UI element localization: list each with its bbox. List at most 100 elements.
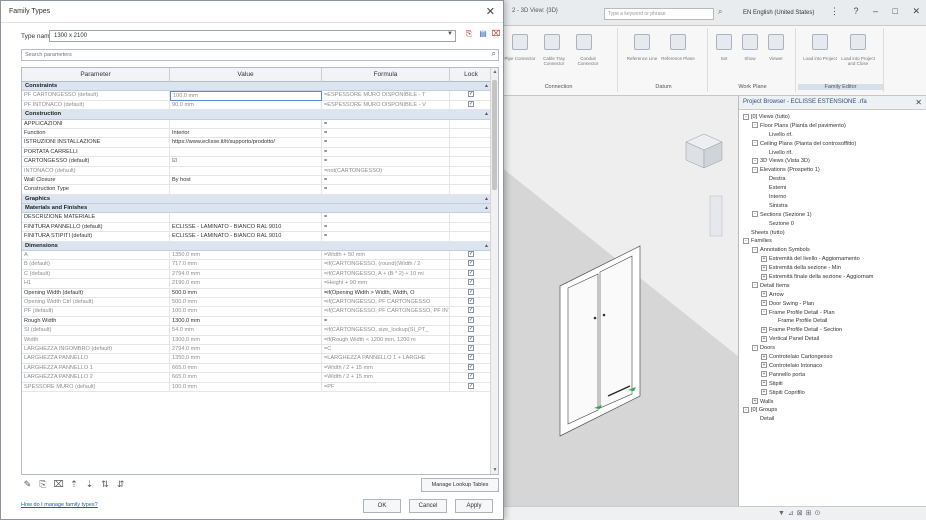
parameter-row[interactable]: PF (default) 100.0 mm =if(CARTONGESSO, PF …: [22, 307, 492, 317]
column-header-formula[interactable]: Formula: [322, 68, 450, 82]
collapse-icon[interactable]: ▲: [484, 82, 489, 91]
sort-ascending-icon[interactable]: ⇅: [99, 479, 112, 490]
collapse-icon[interactable]: ▲: [484, 204, 489, 213]
language-selector[interactable]: EN English (United States): [740, 8, 822, 20]
grid-scrollbar[interactable]: ▲ ▼: [490, 68, 498, 474]
navigation-bar[interactable]: [709, 195, 723, 237]
parameter-formula-cell[interactable]: =: [322, 185, 450, 195]
parameter-row[interactable]: Width 1300.0 mm =if(Rough Width < 1200 mm,…: [22, 335, 492, 345]
lock-checkbox[interactable]: ✓: [468, 288, 474, 295]
parameter-value-cell[interactable]: [170, 185, 322, 195]
parameter-formula-cell[interactable]: =if(CARTONGESSO, (round((Width / 2: [322, 260, 450, 270]
lock-checkbox[interactable]: ✓: [468, 335, 474, 342]
scroll-down-icon[interactable]: ▼: [491, 467, 498, 473]
parameter-value-cell[interactable]: [170, 166, 322, 176]
lock-checkbox[interactable]: ✓: [468, 363, 474, 370]
conduit-connector-icon[interactable]: [576, 34, 592, 50]
parameter-row[interactable]: PF CARTONGESSO (default) 100.0 mm =ESPESSO…: [22, 91, 492, 101]
load-into-project-icon[interactable]: [812, 34, 828, 50]
tree-item[interactable]: - Floor Plans (Pianta del pavimento): [739, 122, 926, 131]
expand-icon[interactable]: +: [761, 353, 767, 360]
parameter-formula-cell[interactable]: =: [322, 128, 450, 139]
load-and-close-icon[interactable]: [850, 34, 866, 50]
parameter-formula-cell[interactable]: =: [322, 147, 450, 158]
parameter-formula-cell[interactable]: =ESPESSORE MURO DISPONIBILE - T: [322, 91, 450, 101]
parameter-formula-cell[interactable]: =: [322, 119, 450, 129]
parameter-row[interactable]: H1 2190.0 mm =Height + 90 mm ✓: [22, 279, 492, 289]
tree-item[interactable]: - Elevations (Prospetto 1): [739, 166, 926, 175]
parameter-formula-cell[interactable]: =C: [322, 344, 450, 355]
parameter-formula-cell[interactable]: =if(CARTONGESSO, size_lookup(SI_PT_: [322, 326, 450, 336]
tree-item[interactable]: - Families: [739, 237, 926, 246]
tree-item[interactable]: + Door Swing - Plan: [739, 300, 926, 309]
type-name-select[interactable]: 1300 x 2100 ▼: [49, 30, 456, 42]
group-header-row[interactable]: Graphics ▲: [22, 194, 492, 205]
parameter-formula-cell[interactable]: =: [322, 175, 450, 186]
lock-checkbox[interactable]: ✓: [468, 326, 474, 333]
lock-checkbox[interactable]: ✓: [468, 100, 474, 107]
parameter-value-cell[interactable]: 1350.0 mm: [170, 251, 322, 261]
edit-parameter-icon[interactable]: ✎: [21, 479, 34, 490]
group-header-row[interactable]: Dimensions ▲: [22, 241, 492, 252]
collapse-icon[interactable]: ▲: [484, 110, 489, 119]
expand-icon[interactable]: +: [761, 362, 767, 369]
parameter-value-cell[interactable]: 500.0 mm: [170, 297, 322, 308]
parameter-formula-cell[interactable]: =LARGHEZZA PANNELLO 1 + LARGHE: [322, 354, 450, 364]
parameter-value-cell[interactable]: ECLISSE - LAMINATO - BIANCO RAL 9010: [170, 222, 322, 233]
tree-item[interactable]: Detail: [739, 415, 926, 424]
tree-item[interactable]: + Pannello porta: [739, 371, 926, 380]
parameter-formula-cell[interactable]: =: [322, 138, 450, 148]
tree-item[interactable]: - Frame Profile Detail - Plan: [739, 309, 926, 318]
lock-checkbox[interactable]: ✓: [468, 297, 474, 304]
expand-icon[interactable]: +: [761, 264, 767, 271]
search-icon[interactable]: ⌕: [718, 7, 722, 17]
lock-checkbox[interactable]: ✓: [468, 91, 474, 98]
parameter-formula-cell[interactable]: =: [322, 232, 450, 242]
parameter-formula-cell[interactable]: =: [322, 222, 450, 233]
column-header-value[interactable]: Value: [170, 68, 322, 82]
parameter-row[interactable]: CARTONGESSO (default) ☑ =: [22, 157, 492, 167]
lock-checkbox[interactable]: ✓: [468, 307, 474, 314]
parameter-row[interactable]: Opening Width Ctrl (default) 500.0 mm =if(…: [22, 297, 492, 308]
parameter-row[interactable]: PF INTONACO (default) 90.0 mm =ESPESSORE M…: [22, 100, 492, 111]
parameter-value-cell[interactable]: 1350.0 mm: [170, 354, 322, 364]
collapse-icon[interactable]: -: [761, 309, 767, 316]
window-controls[interactable]: ⋮ ? – □ ✕: [830, 6, 926, 17]
collapse-icon[interactable]: ▲: [484, 195, 489, 204]
parameter-row[interactable]: C (default) 2794.0 mm =if(CARTONGESSO, A +…: [22, 269, 492, 280]
parameter-row[interactable]: FINITURA STIPITI (default) ECLISSE - LAMI…: [22, 232, 492, 242]
parameter-value-cell[interactable]: ☑: [170, 157, 322, 167]
parameter-value-cell[interactable]: 100.0 mm: [170, 307, 322, 317]
collapse-icon[interactable]: -: [743, 237, 749, 244]
cancel-button[interactable]: Cancel: [409, 499, 447, 513]
tree-item[interactable]: - Annotation Symbols: [739, 246, 926, 255]
parameter-value-cell[interactable]: 54.0 mm: [170, 326, 322, 336]
tree-item[interactable]: + Vertical Panel Detail: [739, 335, 926, 344]
parameter-formula-cell[interactable]: =if(Opening Width > Width, Width, O: [322, 288, 450, 298]
parameter-formula-cell[interactable]: =if(CARTONGESSO, A + (B * 2) + 10 mi: [322, 269, 450, 280]
expand-icon[interactable]: +: [761, 273, 767, 280]
lock-checkbox[interactable]: ✓: [468, 344, 474, 351]
expand-icon[interactable]: +: [761, 335, 767, 342]
search-parameters-input[interactable]: [22, 50, 462, 60]
parameter-value-cell[interactable]: 2794.0 mm: [170, 344, 322, 355]
apply-button[interactable]: Apply: [455, 499, 493, 513]
parameter-formula-cell[interactable]: =if(CARTONGESSO, PF CARTONGESSO, PF INT: [322, 307, 450, 317]
tree-item[interactable]: -3D Views (Vista 3D): [739, 157, 926, 166]
expand-icon[interactable]: +: [761, 326, 767, 333]
parameter-formula-cell[interactable]: =if(Rough Width < 1200 mm, 1200 m: [322, 335, 450, 345]
parameter-formula-cell[interactable]: =PF: [322, 382, 450, 392]
close-icon[interactable]: ✕: [915, 98, 922, 107]
collapse-icon[interactable]: -: [752, 211, 758, 218]
expand-icon[interactable]: +: [761, 389, 767, 396]
tree-item[interactable]: Sheets (tutto): [739, 229, 926, 238]
viewer-icon[interactable]: [768, 34, 784, 50]
expand-icon[interactable]: +: [761, 371, 767, 378]
collapse-icon[interactable]: -: [743, 113, 749, 120]
scrollbar-thumb[interactable]: [492, 80, 497, 190]
parameter-row[interactable]: A 1350.0 mm =Width + 50 mm ✓: [22, 251, 492, 261]
parameter-row[interactable]: PORTATA CARRELLI =: [22, 147, 492, 158]
collapse-icon[interactable]: -: [743, 406, 749, 413]
status-bar-icons[interactable]: ▼⊿⊠⊞⊙: [738, 506, 926, 520]
expand-icon[interactable]: +: [761, 291, 767, 298]
